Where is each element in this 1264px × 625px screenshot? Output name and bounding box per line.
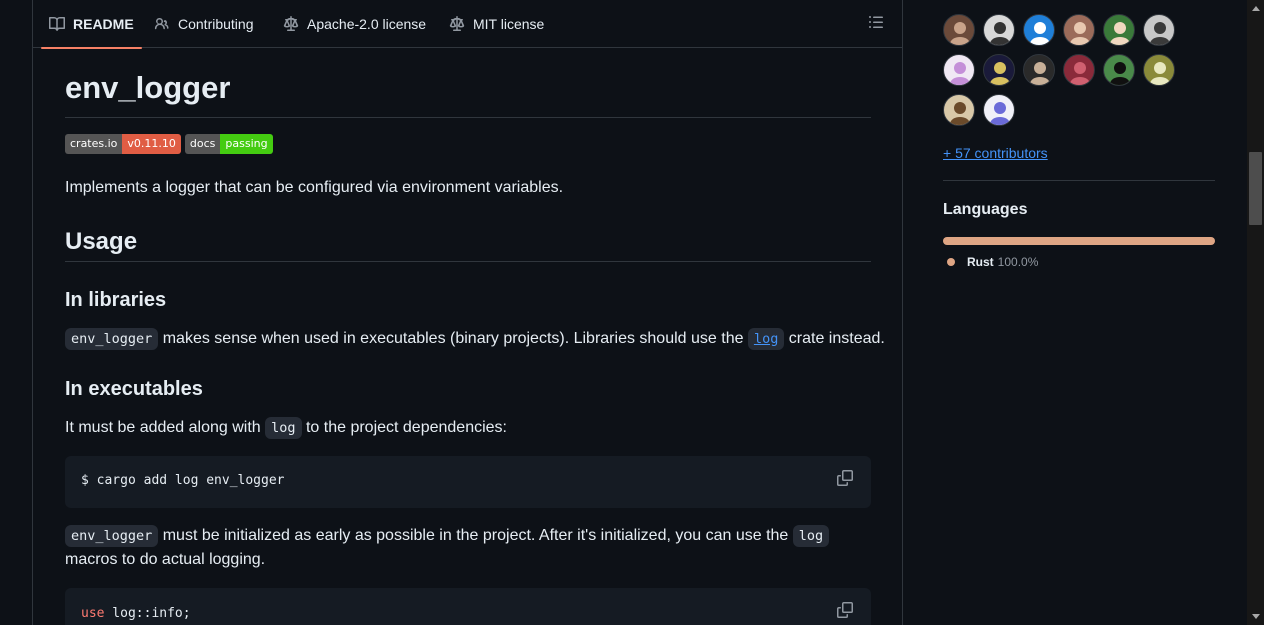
copy-button[interactable] (837, 470, 855, 488)
outline-button[interactable] (868, 14, 888, 34)
code-block: $ cargo add log env_logger (65, 456, 871, 508)
avatar-image (1070, 62, 1090, 85)
avatar-image (950, 22, 970, 45)
scroll-thumb[interactable] (1249, 152, 1262, 225)
contributor-avatar[interactable] (1063, 14, 1095, 46)
avatar-image (1150, 62, 1170, 85)
contributor-avatar[interactable] (943, 14, 975, 46)
copy-icon (837, 602, 853, 618)
docs-badge[interactable]: docs passing (184, 134, 273, 154)
badge-value: v0.11.10 (122, 134, 181, 154)
badge-label: crates.io (65, 134, 123, 154)
tab-readme-label: README (73, 16, 134, 32)
tab-contributing[interactable]: Contributing (154, 0, 254, 48)
readme-panel: README Contributing Apache-2.0 license M… (32, 0, 903, 625)
tab-contributing-label: Contributing (178, 16, 254, 32)
list-unordered-icon (869, 16, 883, 28)
contributor-avatar[interactable] (1143, 54, 1175, 86)
avatar-image (1030, 62, 1050, 85)
language-color-dot (947, 258, 955, 266)
intro-text: Implements a logger that can be configur… (65, 179, 564, 196)
arrow-down-icon (1251, 614, 1260, 619)
usage-divider (65, 261, 871, 262)
readme-tabs: README Contributing Apache-2.0 license M… (33, 0, 902, 49)
inline-code: log (265, 417, 302, 439)
init-paragraph-continued: macros to do actual logging. (65, 551, 266, 568)
contributor-avatar[interactable] (1103, 14, 1135, 46)
badge-value: passing (220, 134, 273, 154)
code-line: use log::info; (81, 606, 191, 621)
executables-paragraph: It must be added along with log to the p… (65, 416, 507, 440)
tab-apache-license-label: Apache-2.0 license (307, 16, 427, 32)
log-crate-link[interactable]: log (747, 328, 785, 350)
paragraph-text: It must be added along with (65, 419, 266, 436)
copy-icon (837, 470, 853, 486)
language-bar-segment-rust (943, 237, 1215, 245)
language-name: Rust (967, 255, 994, 269)
readme-title: env_logger (65, 70, 231, 105)
avatar-image (990, 62, 1010, 85)
inline-code: log (792, 525, 830, 547)
usage-heading: Usage (65, 228, 138, 255)
avatar-image (1110, 62, 1130, 85)
scroll-up-arrow[interactable] (1247, 0, 1264, 17)
contributor-avatar[interactable] (1143, 14, 1175, 46)
language-item-rust[interactable]: Rust 100.0% (947, 255, 1038, 269)
avatar-image (1070, 22, 1090, 45)
code-line: $ cargo add log env_logger (81, 473, 285, 488)
tab-readme[interactable]: README (41, 0, 142, 49)
sidebar-divider (943, 180, 1215, 181)
code-text: log::info; (104, 606, 191, 621)
code-block: use log::info; (65, 588, 871, 625)
contributor-avatar[interactable] (1023, 54, 1055, 86)
tab-mit-license-label: MIT license (473, 16, 545, 32)
avatar-image (1110, 22, 1130, 45)
libraries-paragraph: env_logger makes sense when used in exec… (65, 327, 885, 351)
keyword: use (81, 606, 105, 621)
paragraph-text: crate instead. (784, 330, 885, 347)
language-bar (943, 237, 1215, 245)
avatar-image (1030, 22, 1050, 45)
avatar-image (950, 62, 970, 85)
tab-mit-license[interactable]: MIT license (449, 0, 544, 48)
more-contributors-link[interactable]: + 57 contributors (943, 145, 1048, 161)
crates-io-badge[interactable]: crates.io v0.11.10 (65, 134, 181, 154)
contributor-avatar[interactable] (1023, 14, 1055, 46)
avatar-image (990, 102, 1010, 125)
copy-button[interactable] (837, 602, 855, 620)
arrow-up-icon (1251, 6, 1260, 11)
scroll-down-arrow[interactable] (1247, 608, 1264, 625)
language-percent: 100.0% (997, 255, 1039, 269)
contributor-avatar[interactable] (983, 54, 1015, 86)
badge-label: docs (184, 134, 221, 154)
law-icon (449, 16, 465, 31)
contributor-avatar[interactable] (943, 94, 975, 126)
executables-heading: In executables (65, 378, 203, 400)
people-icon (154, 17, 169, 30)
inline-code: env_logger (65, 525, 159, 547)
libraries-heading: In libraries (65, 289, 167, 311)
init-paragraph: env_logger must be initialized as early … (65, 524, 830, 548)
paragraph-text: to the project dependencies: (301, 419, 507, 436)
contributor-avatar[interactable] (1063, 54, 1095, 86)
paragraph-text: must be initialized as early as possible… (158, 527, 793, 544)
paragraph-text: makes sense when used in executables (bi… (158, 330, 748, 347)
contributor-avatar[interactable] (983, 94, 1015, 126)
contributor-avatar[interactable] (1103, 54, 1135, 86)
contributor-avatar[interactable] (983, 14, 1015, 46)
page-scrollbar[interactable] (1247, 0, 1264, 625)
title-divider (65, 117, 871, 118)
book-icon (49, 17, 65, 31)
inline-code: log (747, 328, 785, 350)
badges: crates.io v0.11.10 docs passing (65, 134, 273, 154)
tab-apache-license[interactable]: Apache-2.0 license (283, 0, 426, 48)
avatar-image (1150, 22, 1170, 45)
inline-code: env_logger (65, 328, 159, 350)
contributor-avatar[interactable] (943, 54, 975, 86)
law-icon (283, 16, 299, 31)
avatar-image (990, 22, 1010, 45)
languages-heading: Languages (943, 201, 1028, 218)
avatar-image (950, 102, 970, 125)
